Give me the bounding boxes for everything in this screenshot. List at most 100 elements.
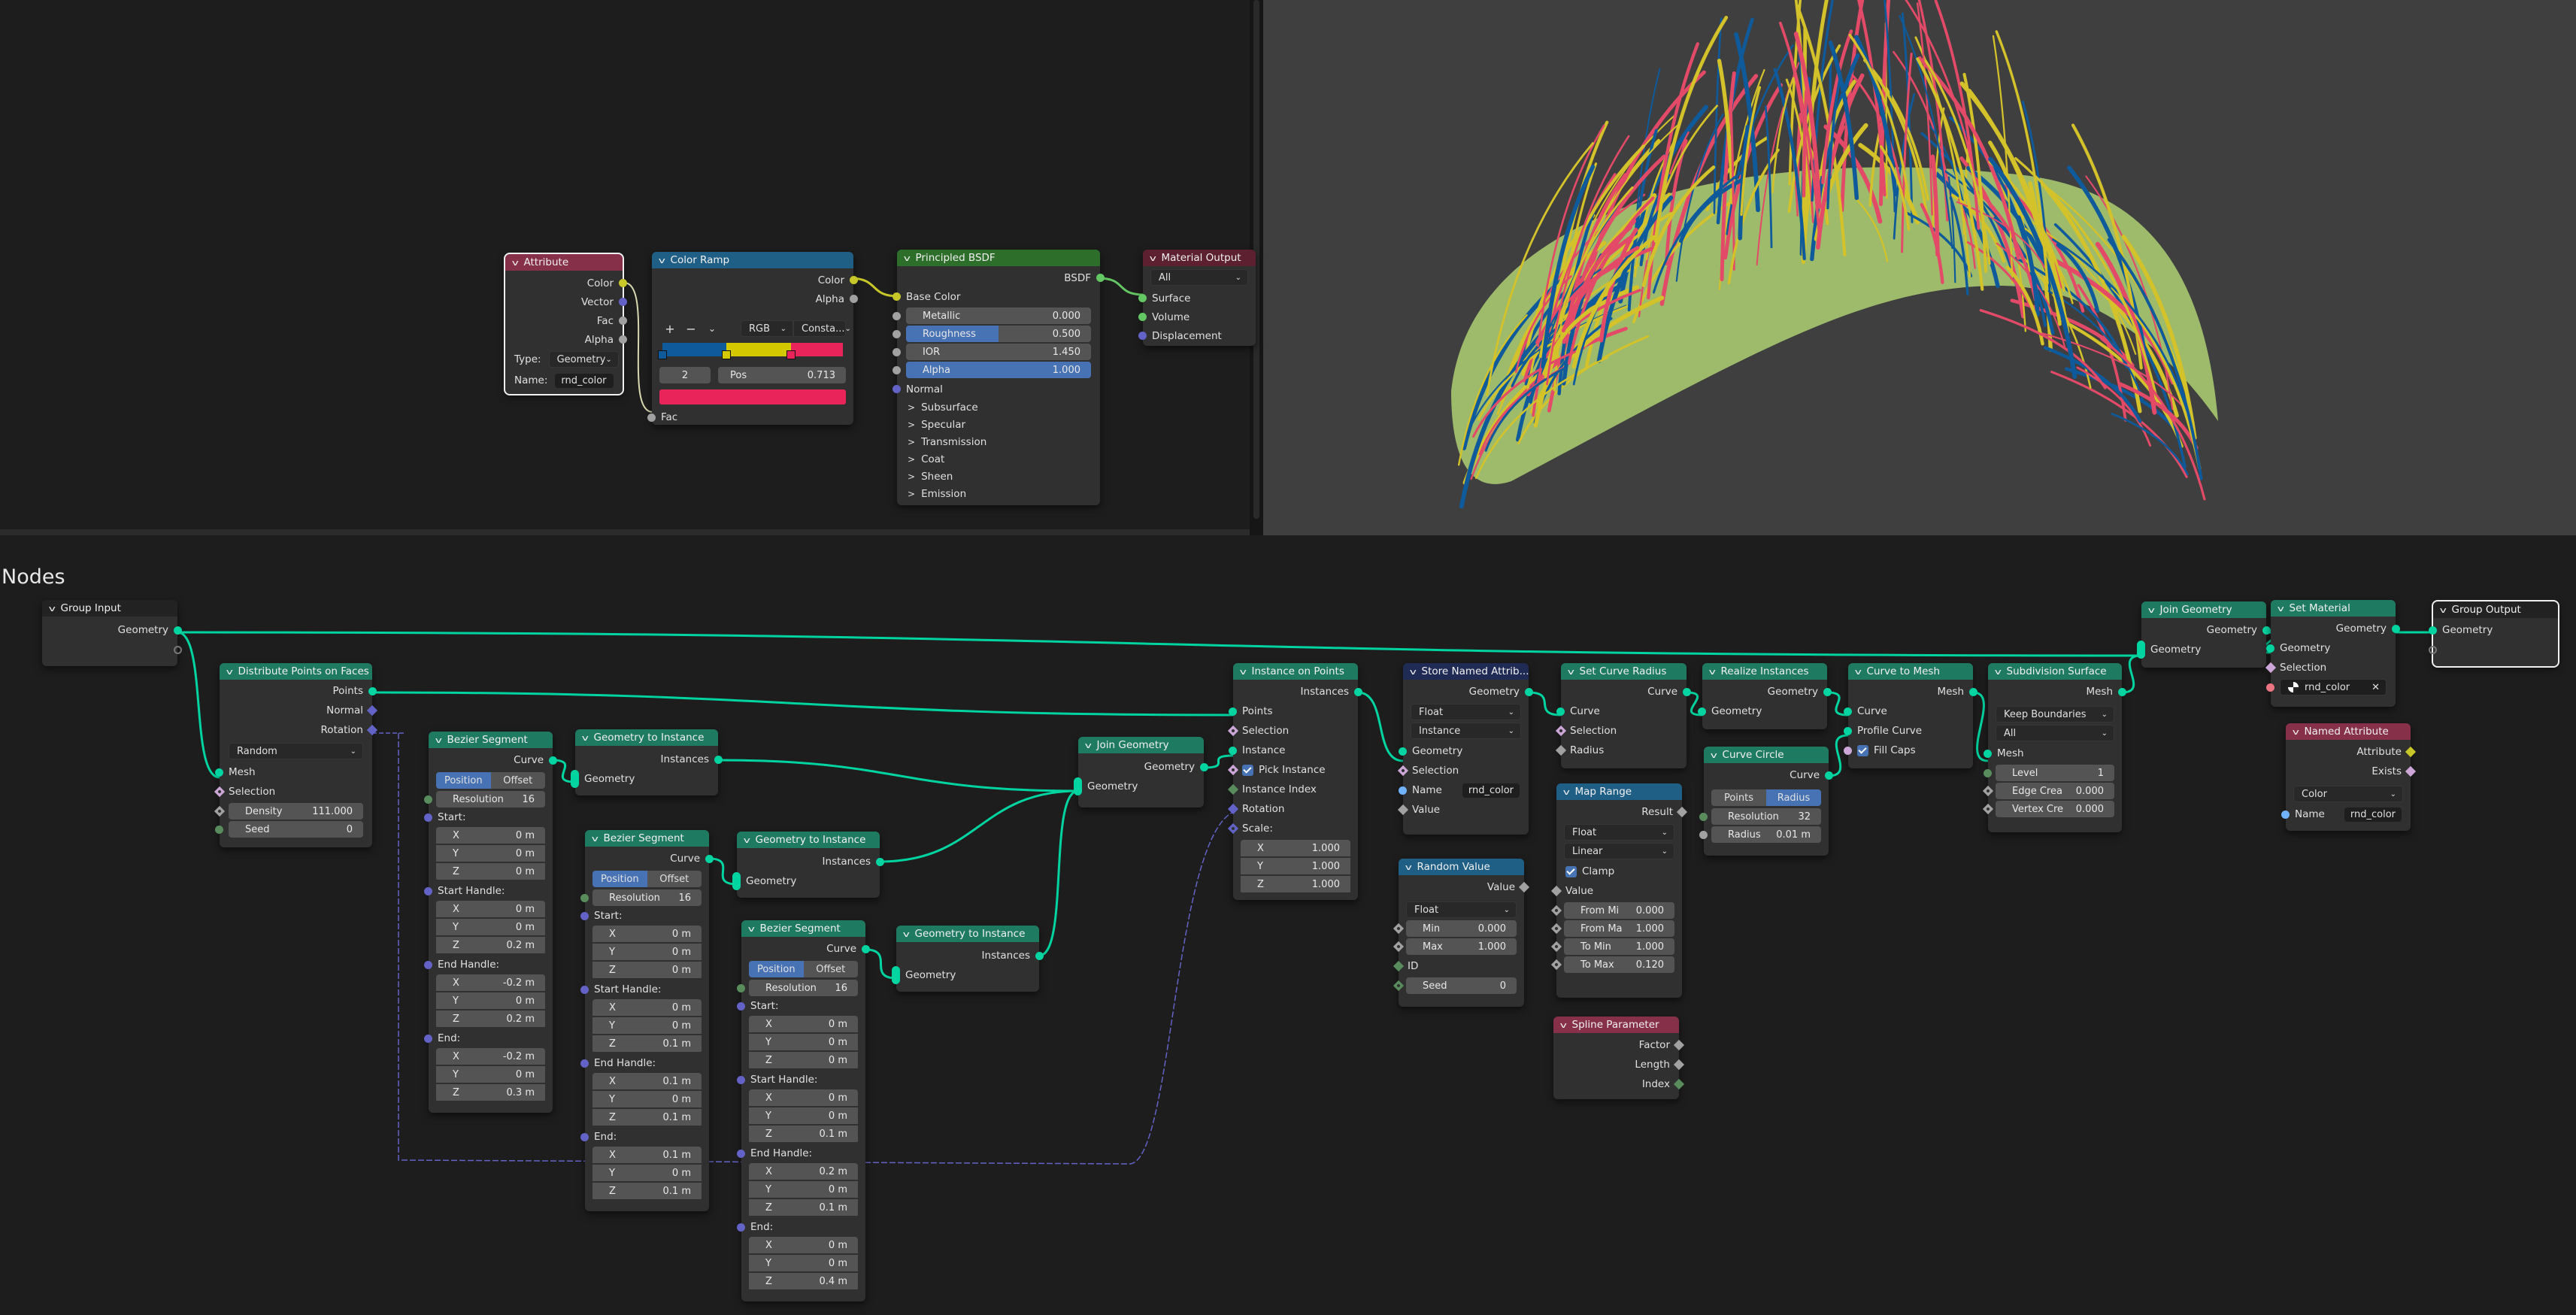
node-header[interactable]: v Set Curve Radius xyxy=(1561,663,1687,680)
bsdf-output-socket[interactable] xyxy=(1096,274,1105,282)
collapse-chevron-icon[interactable]: v xyxy=(1563,787,1570,797)
resolution-field[interactable]: Resolution 16 xyxy=(737,980,858,996)
end-handle-z-field[interactable]: Z 0.2 m xyxy=(436,1010,545,1027)
geometry-multi-input-socket[interactable] xyxy=(571,770,579,788)
start-handle-x-field[interactable]: X0 m xyxy=(592,999,702,1016)
node-header[interactable]: v Bezier Segment xyxy=(741,920,865,937)
volume-input-socket[interactable] xyxy=(1138,313,1147,321)
geometry-to-instance-node[interactable]: v Geometry to Instance Instances Geometry xyxy=(892,926,1044,992)
start-y-field[interactable]: Y0 m xyxy=(592,944,702,960)
interpolation-dropdown[interactable]: Linear ⌄ xyxy=(1564,843,1674,859)
max-field[interactable]: Max 1.000 xyxy=(1393,938,1517,955)
node-header[interactable]: v Geometry to Instance xyxy=(896,926,1039,942)
start-x-field[interactable]: X0 m xyxy=(436,827,545,844)
end-x-field[interactable]: X0 m xyxy=(749,1237,858,1253)
end-handle-input-socket[interactable] xyxy=(737,1149,745,1158)
target-dropdown[interactable]: All ⌄ xyxy=(1150,269,1248,286)
node-header[interactable]: v Join Geometry xyxy=(2141,601,2266,618)
name-input[interactable]: rnd_color xyxy=(1462,783,1520,798)
end-y-field[interactable]: Y0 m xyxy=(592,1165,702,1181)
domain-dropdown[interactable]: Instance ⌄ xyxy=(1411,723,1521,739)
node-header[interactable]: v Distribute Points on Faces xyxy=(220,663,372,680)
geometry-output-socket[interactable] xyxy=(1200,762,1208,771)
data-type-dropdown[interactable]: Float ⌄ xyxy=(1411,704,1521,720)
end-handle-x-field[interactable]: X -0.2 m xyxy=(436,974,545,991)
start-z-field[interactable]: Z0 m xyxy=(749,1052,858,1068)
level-field[interactable]: Level 1 xyxy=(1984,765,2114,781)
map-range-field[interactable]: From Mi 0.000 xyxy=(1550,902,1674,919)
add-stop-button[interactable]: + xyxy=(659,322,680,336)
start-handle-input-socket[interactable] xyxy=(737,1075,745,1084)
store-named-attribute-node[interactable]: v Store Named Attrib... Geometry Float ⌄ I… xyxy=(1397,663,1533,835)
fill-caps-socket[interactable] xyxy=(1844,746,1852,755)
node-header[interactable]: v Bezier Segment xyxy=(585,830,709,847)
distribute-method-dropdown[interactable]: Random ⌄ xyxy=(229,743,363,759)
collapse-chevron-icon[interactable]: v xyxy=(659,256,665,265)
node-header[interactable]: v Principled BSDF xyxy=(897,250,1100,266)
panel-toggle[interactable]: > Sheen xyxy=(897,468,1100,485)
node-header[interactable]: v Map Range xyxy=(1556,783,1682,800)
join-geometry-node[interactable]: v Join Geometry Geometry Geometry xyxy=(2137,601,2271,668)
collapse-chevron-icon[interactable]: v xyxy=(2277,604,2284,614)
end-handle-input-socket[interactable] xyxy=(580,1059,589,1068)
3d-viewport[interactable] xyxy=(1263,0,2576,535)
collapse-chevron-icon[interactable]: v xyxy=(226,667,233,677)
geometry-multi-input-socket[interactable] xyxy=(2137,641,2145,659)
resolution-field[interactable]: Resolution 16 xyxy=(424,791,545,807)
geometry-output-socket[interactable] xyxy=(2262,626,2271,635)
end-handle-y-field[interactable]: Y0 m xyxy=(592,1091,702,1107)
start-y-field[interactable]: Y0 m xyxy=(436,845,545,862)
start-handle-x-field[interactable]: X0 m xyxy=(749,1089,858,1106)
geometry-output-socket[interactable] xyxy=(174,626,182,635)
empty-socket[interactable] xyxy=(174,645,182,654)
start-handle-z-field[interactable]: Z 0.1 m xyxy=(749,1126,858,1142)
color-mode-dropdown[interactable]: RGB ⌄ xyxy=(741,320,793,337)
mode-toggle[interactable]: Points Radius xyxy=(1711,789,1821,806)
collapse-chevron-icon[interactable]: v xyxy=(903,929,910,939)
data-type-dropdown[interactable]: Float ⌄ xyxy=(1406,901,1517,918)
node-header[interactable]: v Instance on Points xyxy=(1233,663,1358,680)
curve-input-socket[interactable] xyxy=(1556,707,1565,716)
curve-circle-node[interactable]: v Curve Circle Curve Points Radius Resolut… xyxy=(1699,747,1833,856)
curve-output-socket[interactable] xyxy=(1683,687,1691,696)
curve-output-socket[interactable] xyxy=(705,854,714,863)
collapse-chevron-icon[interactable]: v xyxy=(748,924,755,934)
position-mode-button[interactable]: Position xyxy=(592,871,647,887)
end-x-field[interactable]: X 0.1 m xyxy=(592,1147,702,1163)
node-header[interactable]: v Material Output xyxy=(1143,250,1256,266)
principled-bsdf-node[interactable]: v Principled BSDF BSDF Base Color Metalli… xyxy=(893,250,1105,505)
geometry-multi-input-socket[interactable] xyxy=(732,872,741,890)
resolution-field[interactable]: Resolution 16 xyxy=(580,889,702,906)
collapse-chevron-icon[interactable]: v xyxy=(1405,862,1412,872)
points-input-socket[interactable] xyxy=(1229,707,1237,716)
fac-output-socket[interactable] xyxy=(619,317,627,325)
curve-to-mesh-node[interactable]: v Curve to Mesh Mesh Curve Profile Curve … xyxy=(1844,663,1977,768)
collapse-chevron-icon[interactable]: v xyxy=(2440,605,2447,615)
offset-mode-button[interactable]: Offset xyxy=(803,961,858,977)
end-handle-x-field[interactable]: X 0.1 m xyxy=(592,1073,702,1089)
start-z-field[interactable]: Z0 m xyxy=(592,962,702,978)
seed-field[interactable]: Seed 0 xyxy=(1393,977,1517,994)
map-range-node[interactable]: v Map Range Result Float ⌄ Linear ⌄ Clamp V… xyxy=(1550,783,1688,998)
alpha-slider[interactable]: Alpha 1.000 xyxy=(893,362,1091,378)
pick-instance-checkbox[interactable] xyxy=(1242,764,1253,776)
curve-output-socket[interactable] xyxy=(862,944,870,953)
collapse-chevron-icon[interactable]: v xyxy=(512,258,519,268)
node-header[interactable]: v Curve to Mesh xyxy=(1848,663,1973,680)
start-handle-y-field[interactable]: Y0 m xyxy=(749,1107,858,1124)
roughness-slider[interactable]: Roughness 0.500 xyxy=(893,326,1091,342)
curve-output-socket[interactable] xyxy=(549,756,557,765)
geometry-input-socket[interactable] xyxy=(1698,707,1706,716)
material-selector[interactable]: rnd_color ✕ xyxy=(2280,679,2387,695)
node-header[interactable]: v Geometry to Instance xyxy=(575,729,718,746)
join-geometry-node[interactable]: v Join Geometry Geometry Geometry xyxy=(1074,737,1208,807)
collapse-chevron-icon[interactable]: v xyxy=(435,735,442,745)
collapse-chevron-icon[interactable]: v xyxy=(1711,750,1717,760)
start-handle-z-field[interactable]: Z 0.2 m xyxy=(436,937,545,953)
curve-input-socket[interactable] xyxy=(1844,707,1852,716)
start-handle-input-socket[interactable] xyxy=(424,886,432,895)
ramp-stop-handle[interactable] xyxy=(658,350,667,359)
end-input-socket[interactable] xyxy=(737,1223,745,1232)
end-handle-y-field[interactable]: Y0 m xyxy=(436,992,545,1009)
subdivision-surface-node[interactable]: v Subdivision Surface Mesh Keep Boundarie… xyxy=(1982,663,2126,832)
